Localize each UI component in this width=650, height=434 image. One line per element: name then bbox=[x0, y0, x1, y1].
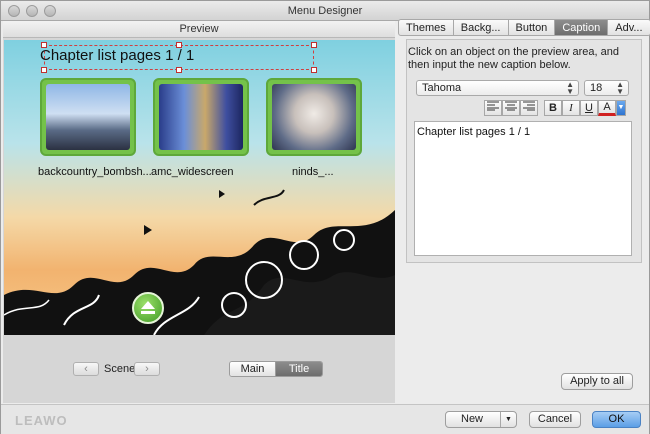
new-dropdown-arrow[interactable]: ▼ bbox=[500, 412, 516, 427]
window-title: Menu Designer bbox=[287, 5, 363, 17]
menu-preview-canvas[interactable]: Chapter list pages 1 / 1 backcountry_bom… bbox=[4, 40, 395, 335]
select-arrows-icon: ▲ ▼ bbox=[566, 80, 574, 96]
next-scene-button[interactable]: › bbox=[134, 362, 160, 376]
segment-main[interactable]: Main bbox=[230, 362, 276, 376]
caption-instructions: Click on an object on the preview area, … bbox=[408, 46, 619, 71]
resize-handle[interactable] bbox=[41, 67, 47, 73]
segment-title[interactable]: Title bbox=[276, 362, 322, 376]
resize-handle[interactable] bbox=[176, 67, 182, 73]
floral-background bbox=[4, 189, 395, 335]
text-color-button[interactable]: A bbox=[598, 100, 616, 116]
ok-button[interactable]: OK bbox=[592, 411, 641, 428]
align-right-icon bbox=[523, 101, 535, 111]
chevron-down-icon: ▼ bbox=[617, 104, 625, 111]
chapter-thumbnail-2[interactable] bbox=[153, 78, 249, 156]
tab-background[interactable]: Backg... bbox=[453, 19, 509, 36]
eject-play-button[interactable] bbox=[132, 292, 164, 324]
align-center-button[interactable] bbox=[502, 100, 520, 116]
scene-label: Scene bbox=[104, 363, 136, 375]
italic-button[interactable]: I bbox=[562, 100, 580, 116]
underline-button[interactable]: U bbox=[580, 100, 598, 116]
font-family-select[interactable]: Tahoma ▲ ▼ bbox=[416, 80, 579, 96]
chapter-thumbnail-3[interactable] bbox=[266, 78, 362, 156]
eject-icon bbox=[141, 301, 155, 314]
align-right-button[interactable] bbox=[520, 100, 538, 116]
font-size-value: 18 bbox=[590, 82, 603, 94]
font-size-select[interactable]: 18 ▲ ▼ bbox=[584, 80, 629, 96]
zoom-window-button[interactable] bbox=[44, 5, 56, 17]
font-family-value: Tahoma bbox=[422, 82, 462, 94]
previous-scene-button[interactable]: ‹ bbox=[73, 362, 99, 376]
tab-button[interactable]: Button bbox=[508, 19, 556, 36]
thumbnail-label-3: ninds_... bbox=[292, 166, 334, 178]
resize-handle[interactable] bbox=[311, 67, 317, 73]
apply-to-all-button[interactable]: Apply to all bbox=[561, 373, 633, 390]
leawo-logo: LEAWO bbox=[15, 413, 68, 428]
cancel-button[interactable]: Cancel bbox=[529, 411, 581, 428]
new-button-label: New bbox=[461, 413, 484, 425]
preview-header: Preview bbox=[3, 21, 395, 38]
close-window-button[interactable] bbox=[8, 5, 20, 17]
tab-advanced[interactable]: Adv... bbox=[608, 19, 650, 36]
align-left-button[interactable] bbox=[484, 100, 502, 116]
align-center-icon bbox=[505, 101, 517, 111]
chapter-thumbnail-1[interactable] bbox=[40, 78, 136, 156]
select-arrows-icon: ▲ ▼ bbox=[616, 80, 624, 96]
preview-caption-text[interactable]: Chapter list pages 1 / 1 bbox=[40, 47, 194, 64]
menu-segment-control: Main Title bbox=[229, 361, 323, 377]
chevron-left-icon: ‹ bbox=[84, 363, 88, 375]
menu-designer-window: Menu Designer Preview Chapter list pages… bbox=[0, 0, 650, 434]
chevron-right-icon: › bbox=[145, 363, 149, 375]
align-left-icon bbox=[487, 101, 499, 111]
tab-caption[interactable]: Caption bbox=[555, 19, 609, 36]
bold-button[interactable]: B bbox=[544, 100, 562, 116]
bottom-bar: LEAWO New ▼ Cancel OK bbox=[1, 404, 649, 434]
title-bar: Menu Designer bbox=[1, 1, 649, 21]
caption-text-input[interactable]: Chapter list pages 1 / 1 bbox=[414, 121, 632, 256]
chevron-down-icon: ▼ bbox=[505, 416, 512, 423]
resize-handle[interactable] bbox=[311, 42, 317, 48]
thumbnail-label-1: backcountry_bombsh... bbox=[38, 166, 152, 178]
settings-tabs: Themes Backg... Button Caption Adv... bbox=[398, 19, 650, 36]
thumbnail-label-2: amc_widescreen bbox=[151, 166, 234, 178]
preview-panel: Preview Chapter list pages 1 / 1 backcou… bbox=[3, 21, 395, 403]
new-button[interactable]: New ▼ bbox=[445, 411, 517, 428]
text-color-dropdown[interactable]: ▼ bbox=[616, 100, 626, 116]
tab-themes[interactable]: Themes bbox=[398, 19, 454, 36]
minimize-window-button[interactable] bbox=[26, 5, 38, 17]
caption-settings-panel: Click on an object on the preview area, … bbox=[406, 39, 642, 263]
